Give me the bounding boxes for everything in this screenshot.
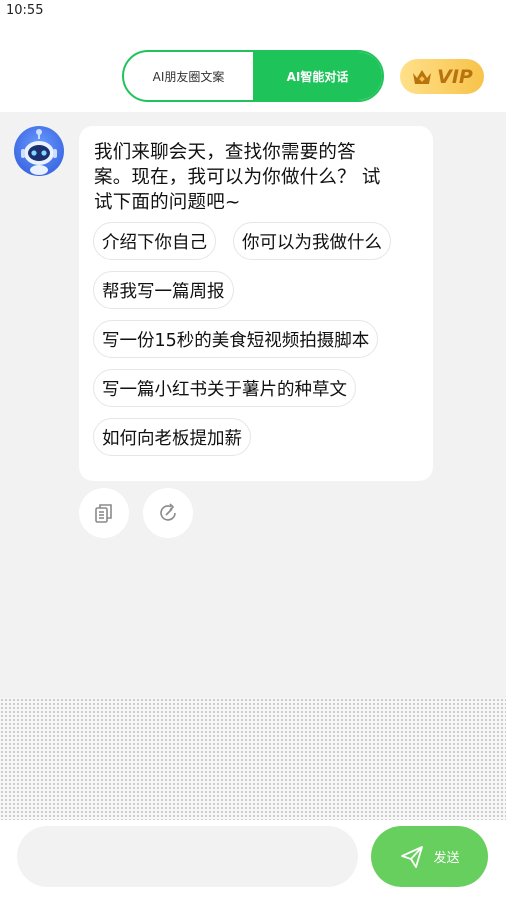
robot-icon [21, 129, 57, 175]
suggestion-chip[interactable]: 写一份15秒的美食短视频拍摄脚本 [93, 320, 379, 358]
message-input[interactable] [17, 826, 358, 887]
vip-label: VIP [437, 65, 473, 88]
tab-moments-copy[interactable]: AI朋友圈文案 [124, 52, 253, 100]
suggestion-chip[interactable]: 如何向老板提加薪 [93, 418, 251, 456]
status-time: 10:55 [6, 3, 44, 18]
refresh-icon [160, 503, 176, 521]
tab-ai-chat[interactable]: AI智能对话 [253, 52, 382, 100]
suggestion-chip[interactable]: 介绍下你自己 [93, 222, 216, 260]
send-label: 发送 [433, 851, 460, 866]
bot-avatar [14, 126, 64, 176]
suggestion-chip[interactable]: 写一篇小红书关于薯片的种草文 [93, 369, 356, 407]
suggestion-chip[interactable]: 帮我写一篇周报 [93, 271, 234, 309]
send-button[interactable]: 发送 [371, 826, 488, 887]
copy-icon [95, 504, 112, 523]
bot-message-text: 我们来聊会天，查找你需要的答 案。现在，我可以为你做什么？ 试 试下面的问题吧~ [94, 140, 419, 215]
message-line: 我们来聊会天，查找你需要的答 [94, 142, 356, 163]
status-bar: 10:55 [0, 0, 506, 28]
vip-button[interactable]: VIP [400, 59, 484, 94]
message-line: 案。现在，我可以为你做什么？ 试 [94, 167, 381, 188]
bot-message-bubble: 我们来聊会天，查找你需要的答 案。现在，我可以为你做什么？ 试 试下面的问题吧~… [79, 126, 433, 481]
top-header: AI朋友圈文案 AI智能对话 VIP [0, 28, 506, 112]
paper-plane-icon [401, 845, 424, 868]
mode-tab-switch: AI朋友圈文案 AI智能对话 [122, 50, 384, 102]
regenerate-button[interactable] [143, 488, 193, 538]
suggestion-chip[interactable]: 你可以为我做什么 [233, 222, 391, 260]
tab-label: AI智能对话 [286, 69, 349, 84]
pattern-area [0, 698, 506, 820]
message-line: 试下面的问题吧~ [94, 192, 241, 213]
crown-icon [413, 69, 432, 84]
copy-button[interactable] [79, 488, 129, 538]
tab-label: AI朋友圈文案 [152, 69, 225, 84]
composer-bar: 发送 [0, 820, 506, 899]
